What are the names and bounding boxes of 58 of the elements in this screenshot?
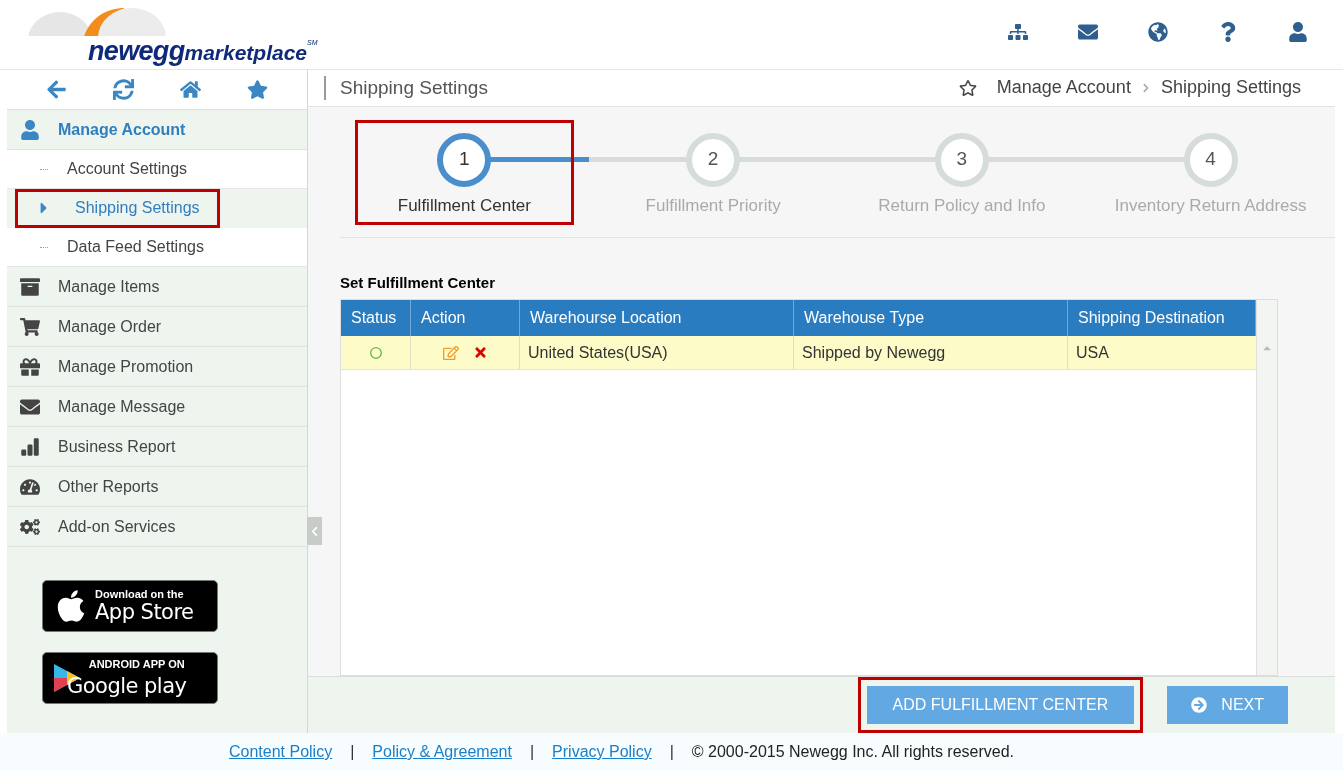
step[interactable]: 4 Inventory Return Address	[1114, 130, 1307, 223]
gauge-icon	[20, 476, 40, 497]
sidebar-item[interactable]: Manage Items	[7, 267, 307, 307]
badge-caption: Download on the	[95, 589, 184, 600]
separator: |	[669, 742, 674, 762]
scrollbar[interactable]	[1256, 300, 1277, 675]
table-cell: Shipped by Newegg	[794, 336, 1068, 369]
star-icon[interactable]	[247, 79, 268, 100]
step[interactable]: 2 Fulfillment Priority	[645, 130, 781, 223]
gears-icon	[20, 516, 40, 537]
globe-icon[interactable]	[1148, 22, 1168, 42]
sidebar-item[interactable]: Manage Message	[7, 387, 307, 427]
section-title: Set Fulfillment Center	[340, 272, 497, 293]
bar-chart-icon	[20, 436, 40, 457]
edit-icon[interactable]	[442, 344, 459, 361]
footer-link[interactable]: Policy & Agreement	[372, 740, 512, 764]
table-cell-text: USA	[1075, 342, 1110, 363]
box-icon	[20, 276, 40, 297]
refresh-icon[interactable]	[113, 79, 134, 100]
logo-brand: newegg	[88, 38, 185, 65]
favorite-star-icon[interactable]	[958, 78, 977, 97]
separator: |	[350, 742, 355, 762]
page-title: Shipping Settings	[324, 75, 488, 100]
footer-link[interactable]: Content Policy	[229, 740, 333, 764]
sidebar-subitem[interactable]: Account Settings	[7, 150, 307, 189]
sidebar-subitem[interactable]: Shipping Settings	[15, 189, 220, 228]
table-cell: United States(USA)	[520, 336, 794, 369]
breadcrumb-item[interactable]: Manage Account	[996, 74, 1131, 102]
breadcrumb-item[interactable]: Shipping Settings	[1160, 74, 1301, 102]
badge-title: App Store	[95, 602, 194, 623]
back-arrow-icon[interactable]	[46, 79, 67, 100]
copyright-text: © 2000-2015 Newegg Inc. All rights reserved.	[691, 742, 1014, 762]
separator-chevron-icon	[1140, 82, 1151, 93]
user-icon[interactable]	[1288, 22, 1308, 42]
mail-icon[interactable]	[1078, 22, 1098, 42]
store-badge[interactable]: ANDROID APP ON Google play	[42, 652, 218, 704]
sidebar-item[interactable]: Manage Promotion	[7, 347, 307, 387]
sidebar-item[interactable]: Other Reports	[7, 467, 307, 507]
sidebar-item[interactable]: Add-on Services	[7, 507, 307, 547]
step[interactable]: 3 Return Policy and Info	[878, 130, 1046, 223]
gift-icon	[20, 356, 40, 377]
person-icon	[20, 119, 40, 140]
logo-product: marketplace	[184, 42, 308, 63]
footer-link[interactable]: Privacy Policy	[552, 740, 652, 764]
chevron-left-icon	[309, 525, 320, 537]
sidebar-item[interactable]: Business Report	[7, 427, 307, 467]
sidebar-item[interactable]: Manage Order	[7, 307, 307, 347]
badge-caption: ANDROID APP ON	[88, 659, 185, 670]
collapse-handle[interactable]	[307, 517, 322, 545]
badge-title: Google play	[67, 676, 187, 697]
sitemap-icon[interactable]	[1008, 22, 1028, 42]
separator: |	[529, 742, 535, 762]
step[interactable]: 1 Fulfillment Center	[357, 122, 571, 223]
table-row[interactable]: United States(USA) Shipped by Newegg USA	[341, 336, 1256, 370]
sidebar-subitem[interactable]: Data Feed Settings	[7, 228, 307, 267]
home-icon[interactable]	[180, 79, 201, 100]
cart-icon	[20, 316, 40, 337]
store-badge[interactable]: Download on the App Store	[42, 580, 218, 632]
